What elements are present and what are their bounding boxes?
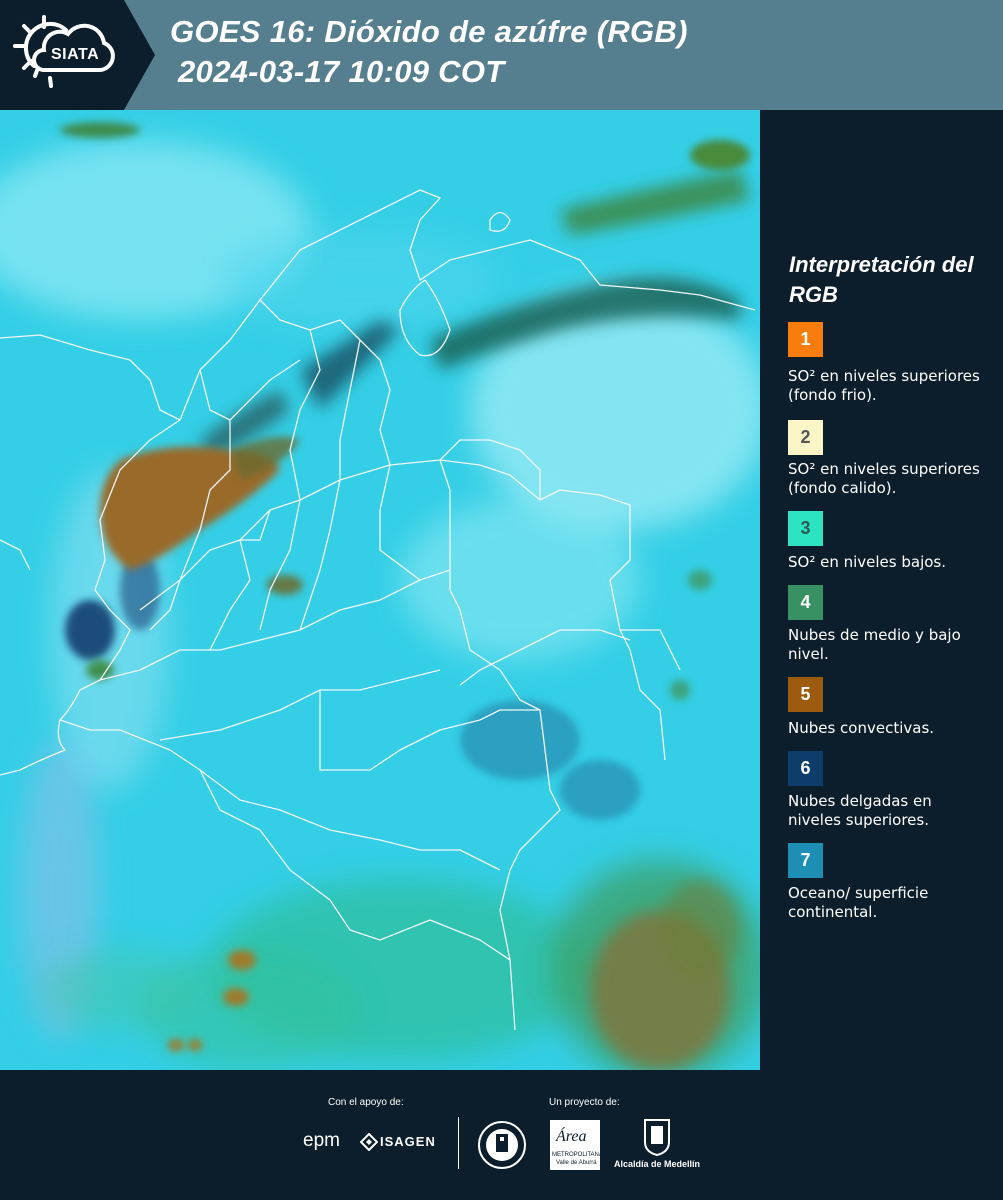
logo-text: SIATA bbox=[51, 46, 100, 63]
medellin-seal-icon[interactable] bbox=[477, 1120, 527, 1170]
footer: Con el apoyo de: Un proyecto de: epm ISA… bbox=[0, 1070, 1003, 1200]
satellite-map[interactable] bbox=[0, 110, 760, 1070]
project-label: Un proyecto de: bbox=[549, 1097, 620, 1108]
legend-title: Interpretación del RGB bbox=[789, 252, 974, 307]
legend-panel: Interpretación del RGB 1 SO² en niveles … bbox=[760, 110, 1003, 1070]
legend-number-7: 7 bbox=[800, 850, 811, 870]
epm-logo[interactable]: epm bbox=[303, 1130, 340, 1152]
area-logo-text: Área bbox=[556, 1128, 587, 1145]
page-timestamp: 2024-03-17 10:09 COT bbox=[178, 54, 505, 89]
legend-swatch-6: 6 bbox=[788, 751, 823, 786]
legend-swatch-2: 2 bbox=[788, 420, 823, 455]
alcaldia-text: Alcaldía de Medellín bbox=[613, 1159, 701, 1169]
legend-swatch-5: 5 bbox=[788, 677, 823, 712]
siata-logo[interactable]: SIATA bbox=[0, 0, 155, 110]
footer-divider bbox=[458, 1117, 459, 1169]
legend-number-1: 1 bbox=[800, 329, 811, 349]
alcaldia-shield-icon bbox=[644, 1119, 670, 1156]
legend-swatch-3: 3 bbox=[788, 511, 823, 546]
area-metropolitana-logo[interactable]: Área METROPOLITANA Valle de Aburrá bbox=[550, 1120, 603, 1170]
area-logo-sub: METROPOLITANA bbox=[552, 1152, 603, 1158]
legend-label-4: Nubes de medio y bajo nivel. bbox=[788, 626, 961, 663]
legend-label-5: Nubes convectivas. bbox=[788, 719, 935, 737]
satellite-image bbox=[0, 110, 760, 1070]
support-label: Con el apoyo de: bbox=[328, 1097, 404, 1108]
legend-label-1: SO² en niveles superiores (fondo frio). bbox=[788, 367, 980, 404]
legend-label-2: SO² en niveles superiores (fondo calido)… bbox=[788, 460, 980, 497]
legend-label-6: Nubes delgadas en niveles superiores. bbox=[788, 792, 932, 829]
legend-number-3: 3 bbox=[800, 518, 811, 538]
isagen-symbol-icon bbox=[360, 1133, 378, 1151]
legend-number-2: 2 bbox=[800, 427, 811, 447]
legend-swatch-7: 7 bbox=[788, 843, 823, 878]
alcaldia-logo[interactable]: Alcaldía de Medellín bbox=[612, 1118, 702, 1173]
legend-swatch-1: 1 bbox=[788, 322, 823, 357]
legend-label-3: SO² en niveles bajos. bbox=[788, 553, 947, 571]
area-logo-sub2: Valle de Aburrá bbox=[556, 1160, 597, 1166]
page-title: GOES 16: Dióxido de azúfre (RGB) bbox=[170, 14, 688, 49]
header-bar: SIATA GOES 16: Dióxido de azúfre (RGB) 2… bbox=[0, 0, 1003, 110]
legend-number-6: 6 bbox=[800, 758, 811, 778]
legend-swatch-4: 4 bbox=[788, 585, 823, 620]
legend-number-4: 4 bbox=[800, 592, 811, 612]
isagen-text: ISAGEN bbox=[380, 1134, 436, 1149]
legend-label-7: Oceano/ superficie continental. bbox=[788, 884, 929, 921]
legend-number-5: 5 bbox=[800, 684, 811, 704]
